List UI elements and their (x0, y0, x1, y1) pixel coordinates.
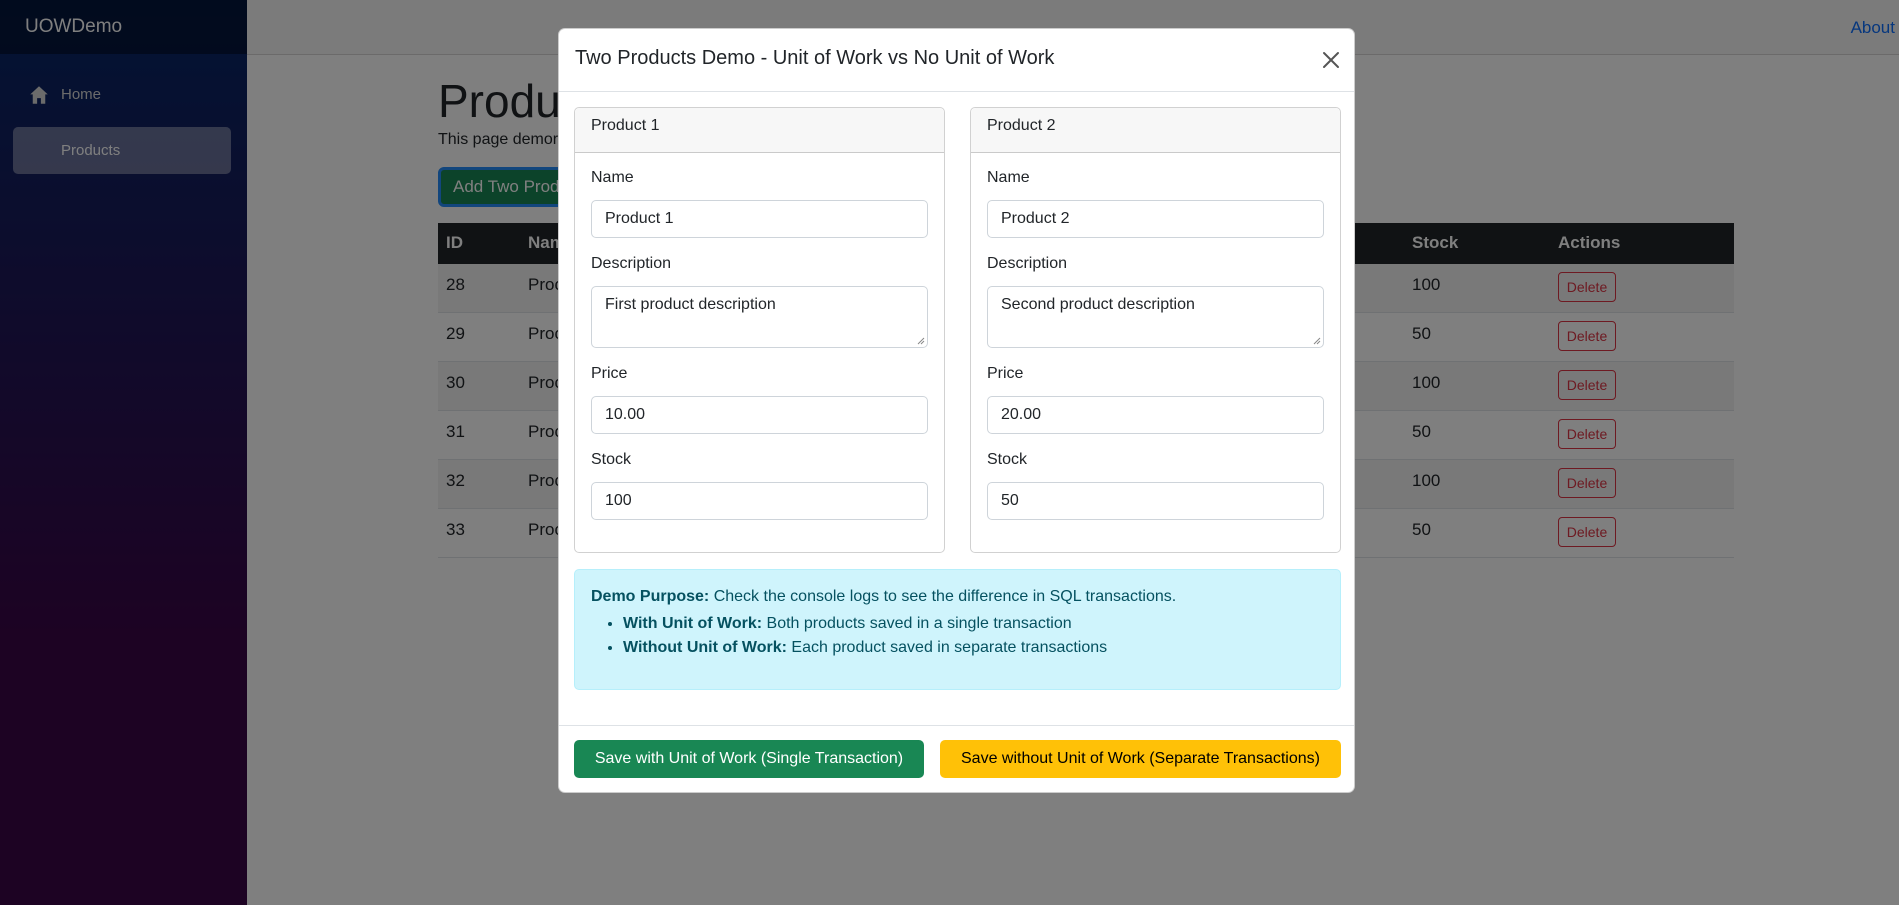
save-without-uow-button[interactable]: Save without Unit of Work (Separate Tran… (940, 740, 1341, 778)
card-header: Product 1 (575, 108, 944, 153)
product-1-description-textarea[interactable]: First product description (591, 286, 928, 348)
alert-list: With Unit of Work: Both products saved i… (591, 612, 1107, 660)
list-item: With Unit of Work: Both products saved i… (623, 612, 1107, 636)
stock-label: Stock (987, 451, 1028, 468)
textarea-value: First product description (605, 296, 776, 313)
modal-title: Two Products Demo - Unit of Work vs No U… (575, 47, 1055, 69)
resize-handle-icon[interactable] (917, 337, 925, 345)
name-label: Name (987, 169, 1030, 186)
product-1-stock-input[interactable]: 100 (591, 482, 928, 520)
description-label: Description (591, 255, 672, 272)
demo-purpose-alert: Demo Purpose: Check the console logs to … (574, 569, 1341, 690)
stock-label: Stock (591, 451, 632, 468)
description-label: Description (987, 255, 1068, 272)
close-icon[interactable] (1320, 49, 1342, 71)
without-uow-text: Each product saved in separate transacti… (786, 639, 1108, 656)
save-with-uow-button[interactable]: Save with Unit of Work (Single Transacti… (574, 740, 924, 778)
card-header: Product 2 (971, 108, 1340, 153)
product-1-name-input[interactable]: Product 1 (591, 200, 928, 238)
list-item: Without Unit of Work: Each product saved… (623, 636, 1107, 660)
modal-header: Two Products Demo - Unit of Work vs No U… (559, 29, 1354, 92)
with-uow-label: With Unit of Work: (623, 615, 763, 632)
alert-purpose-line: Demo Purpose: Check the console logs to … (591, 588, 1176, 606)
card-title: Product 1 (591, 117, 660, 134)
product-1-card: Product 1 Name Product 1 Description Fir… (574, 107, 945, 553)
modal-footer-divider (559, 725, 1354, 726)
price-label: Price (987, 365, 1024, 382)
two-products-modal: Two Products Demo - Unit of Work vs No U… (558, 28, 1355, 793)
alert-purpose-label: Demo Purpose: (591, 588, 710, 605)
card-title: Product 2 (987, 117, 1056, 134)
product-2-price-input[interactable]: 20.00 (987, 396, 1324, 434)
product-2-description-textarea[interactable]: Second product description (987, 286, 1324, 348)
textarea-value: Second product description (1001, 296, 1195, 313)
with-uow-text: Both products saved in a single transact… (762, 615, 1072, 632)
product-2-stock-input[interactable]: 50 (987, 482, 1324, 520)
price-label: Price (591, 365, 628, 382)
name-label: Name (591, 169, 634, 186)
product-2-card: Product 2 Name Product 2 Description Sec… (970, 107, 1341, 553)
product-1-price-input[interactable]: 10.00 (591, 396, 928, 434)
product-2-name-input[interactable]: Product 2 (987, 200, 1324, 238)
resize-handle-icon[interactable] (1313, 337, 1321, 345)
without-uow-label: Without Unit of Work: (623, 639, 787, 656)
alert-purpose-text: Check the console logs to see the differ… (709, 588, 1177, 605)
